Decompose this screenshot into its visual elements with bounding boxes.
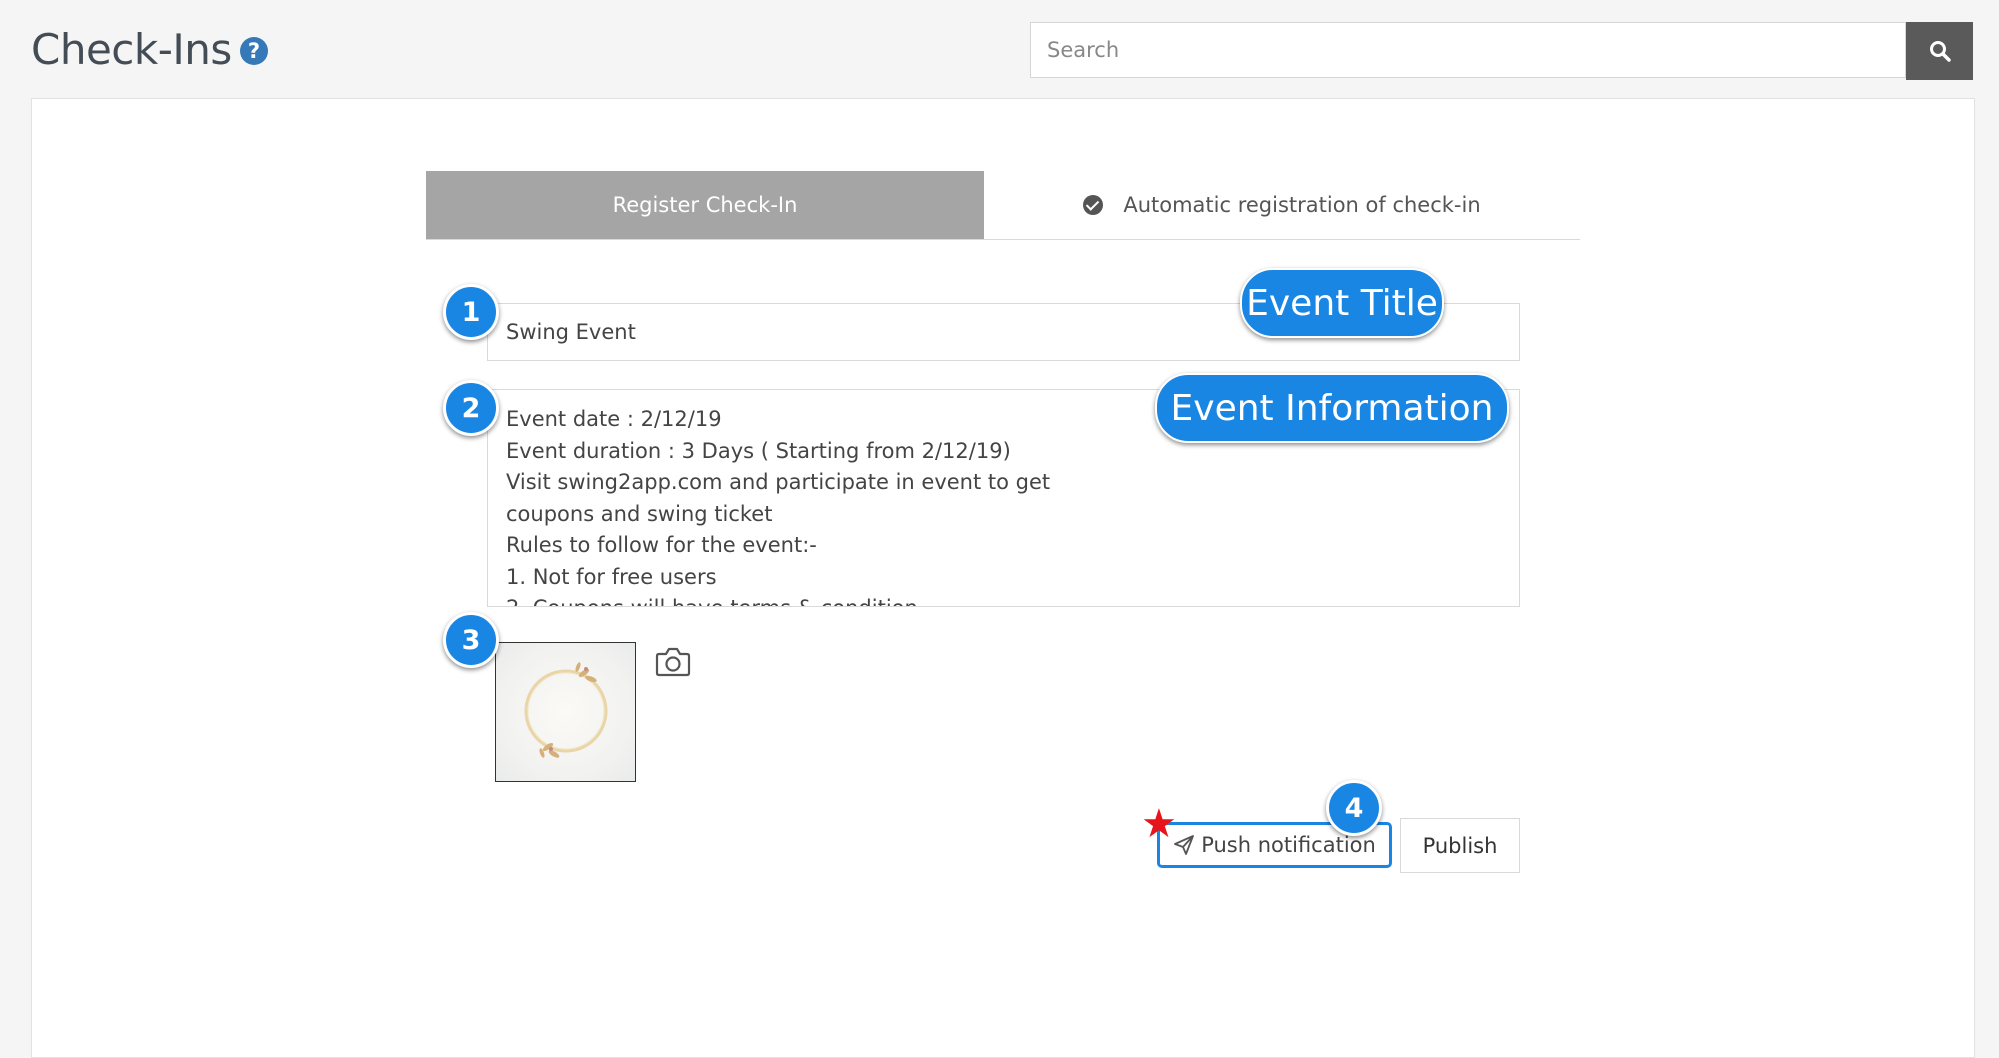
upload-image-button[interactable] <box>655 646 691 678</box>
info-line: 1. Not for free users <box>506 564 717 589</box>
page-title: Check-Ins <box>31 25 232 74</box>
publish-label: Publish <box>1422 833 1498 858</box>
info-line: Visit swing2app.com and participate in e… <box>506 470 1051 494</box>
search-button[interactable] <box>1906 22 1973 80</box>
search-icon <box>1929 41 1951 62</box>
page-header: Check-Ins? <box>0 0 1999 100</box>
tab-automatic-registration[interactable]: Automatic registration of check-in <box>984 171 1580 239</box>
callout-label: Event Information <box>1170 387 1494 429</box>
tab-label: Register Check-In <box>612 193 798 217</box>
push-notification-label: Push notification <box>1201 833 1376 857</box>
wreath-image <box>524 662 608 758</box>
badge-number: 3 <box>461 624 481 656</box>
info-line: coupons and swing ticket <box>506 501 773 526</box>
search-input[interactable] <box>1030 22 1906 78</box>
step-badge-4: 4 <box>1326 780 1382 836</box>
callout-label: Event Title <box>1246 282 1438 324</box>
step-badge-3: 3 <box>443 612 499 668</box>
badge-number: 1 <box>461 296 481 328</box>
publish-button[interactable]: Publish <box>1400 818 1520 873</box>
camera-icon <box>655 647 691 677</box>
step-badge-1: 1 <box>443 284 499 340</box>
info-line: 2. Coupons will have terms & condition <box>506 593 1501 606</box>
tab-register-check-in[interactable]: Register Check-In <box>426 171 984 239</box>
callout-event-information: Event Information <box>1155 373 1509 443</box>
event-image-thumbnail[interactable] <box>495 642 636 782</box>
callout-event-title: Event Title <box>1240 268 1444 338</box>
badge-number: 2 <box>461 392 481 424</box>
tab-label: Automatic registration of check-in <box>1123 193 1481 217</box>
info-line: Rules to follow for the event:- <box>506 533 817 557</box>
question-circle-icon[interactable]: ? <box>239 36 268 65</box>
badge-number: 4 <box>1344 792 1364 824</box>
step-badge-2: 2 <box>443 380 499 436</box>
tab-bar: Register Check-In Automatic registration… <box>426 171 1580 240</box>
page-title-wrap: Check-Ins? <box>31 22 268 78</box>
check-circle-icon <box>1083 195 1104 215</box>
star-icon: ★ <box>1141 801 1177 847</box>
